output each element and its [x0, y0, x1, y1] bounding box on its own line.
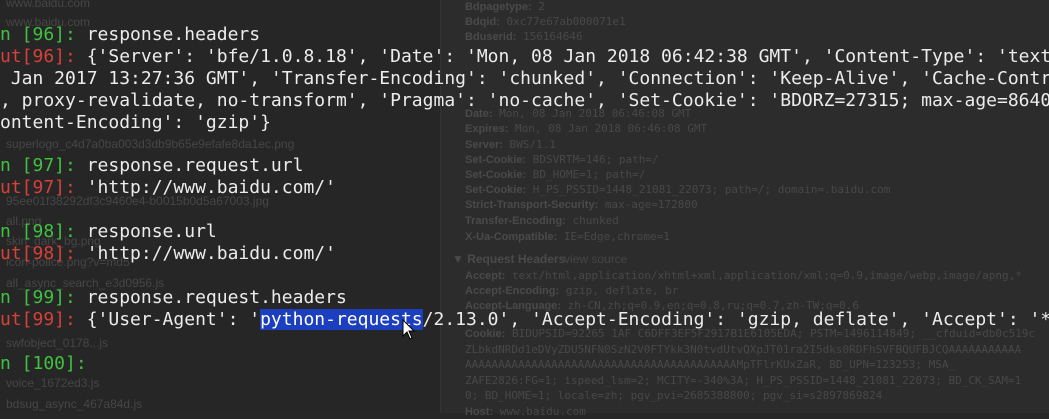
header-value: BWS/1.1	[509, 138, 556, 151]
out-prompt: ut[99]:	[0, 309, 87, 330]
header-key: Bdqid:	[465, 16, 500, 28]
header-row: 0; BD_HOME=1; locale=zh; pgv_pvi=2685388…	[465, 389, 882, 403]
header-key: Set-Cookie:	[465, 154, 527, 166]
code: response.headers	[86, 24, 261, 45]
header-key: Accept:	[465, 270, 506, 282]
input-line-97: n [97]: response.request.url	[0, 155, 303, 177]
header-row: Bduserid: 156164646	[465, 30, 583, 44]
output-line-96: ut[96]: {'Server': 'bfe/1.0.8.18', 'Date…	[0, 46, 1049, 68]
header-key: Transfer-Encoding:	[465, 215, 566, 227]
input-line-99: n [99]: response.request.headers	[0, 287, 347, 309]
header-row: Bdpagetype: 2	[465, 0, 545, 14]
header-row: ZLbkdNRDd1eDVyZDU5NFN0SzN2V0FTYkk3N0tvdU…	[465, 343, 1021, 357]
header-row: Host: www.baidu.com	[465, 405, 586, 419]
header-row: Bdqid: 0xc77e67ab000071e1	[465, 15, 626, 29]
header-key: Set-Cookie:	[465, 169, 527, 181]
header-key: Strict-Transport-Security:	[465, 199, 599, 211]
header-value: max-age=172800	[604, 198, 698, 211]
header-row: Set-Cookie: BD_HOME=1; path=/	[465, 168, 645, 182]
header-value: text/html,application/xhtml+xml,applicat…	[511, 269, 1022, 282]
request-headers-toggle[interactable]: ▼ Request Headers	[452, 252, 565, 266]
header-value: chunked	[572, 214, 619, 227]
file-item[interactable]: swfobject_0178...js	[6, 336, 108, 350]
output-line-99: ut[99]: {'User-Agent': 'python-requests/…	[0, 309, 1049, 331]
view-source-link[interactable]: view source	[564, 252, 627, 266]
mouse-pointer-icon	[402, 318, 416, 340]
output-text: {'Server': 'bfe/1.0.8.18', 'Date': 'Mon,…	[86, 46, 1049, 67]
header-row: Accept: text/html,application/xhtml+xml,…	[465, 269, 1022, 283]
input-line-100[interactable]: n [100]:	[0, 353, 98, 375]
output-line-97: ut[97]: 'http://www.baidu.com/'	[0, 177, 336, 199]
header-row: Strict-Transport-Security: max-age=17280…	[465, 198, 698, 212]
output-text: /2.13.0', 'Accept-Encoding': 'gzip, defl…	[422, 309, 1049, 330]
header-key: Accept-Encoding:	[465, 285, 560, 297]
output-text: {'User-Agent': '	[86, 309, 261, 330]
header-value: 0xc77e67ab000071e1	[506, 15, 626, 28]
header-value: ZAFE2826:FG=1; ispeed_lsm=2; MCITY=-340%…	[465, 373, 1022, 387]
header-row: Transfer-Encoding: chunked	[465, 214, 619, 228]
in-prompt: n [99]:	[0, 287, 87, 308]
output-continuation: ontent-Encoding': 'gzip'}	[0, 112, 271, 133]
out-prompt: ut[98]:	[0, 243, 87, 264]
header-value: BD_HOME=1; path=/	[532, 168, 646, 181]
file-item[interactable]: www.baidu.com	[6, 0, 90, 10]
header-value: 2	[538, 0, 545, 13]
output-continuation: Jan 2017 13:27:36 GMT', 'Transfer-Encodi…	[0, 68, 1049, 89]
code: response.request.headers	[86, 287, 347, 308]
code: response.url	[86, 221, 217, 242]
header-value: BDSVRTM=146; path=/	[532, 153, 659, 166]
file-item[interactable]: bdsug_async_467a84d.js	[6, 397, 142, 411]
header-value: gzip, deflate, br	[565, 284, 679, 297]
header-row: AAAAAAAAAAAAAAAAAAAAAAAAAAAAAAAAAAAAAAAA…	[465, 358, 955, 372]
in-prompt: n [97]:	[0, 155, 87, 176]
header-value: ZLbkdNRDd1eDVyZDU5NFN0SzN2V0FTYkk3N0tvdU…	[465, 342, 1022, 356]
out-prompt: ut[97]:	[0, 177, 87, 198]
in-prompt: n [96]:	[0, 24, 87, 45]
header-row: Set-Cookie: BDSVRTM=146; path=/	[465, 153, 659, 167]
out-prompt: ut[96]:	[0, 46, 87, 67]
header-value: AAAAAAAAAAAAAAAAAAAAAAAAAAAAAAAAAAAAAAAA…	[465, 358, 956, 371]
header-value: 156164646	[522, 30, 583, 43]
in-prompt: n [100]:	[0, 353, 98, 374]
header-key: Server:	[465, 139, 503, 151]
output-text: 'http://www.baidu.com/'	[86, 243, 336, 264]
header-row: ZAFE2826:FG=1; ispeed_lsm=2; MCITY=-340%…	[465, 374, 1021, 388]
header-value: 0; BD_HOME=1; locale=zh; pgv_pvi=2685388…	[465, 389, 883, 402]
file-item[interactable]: superlogo_c4d7a0ba003d3db9b65e9efafe8da1…	[6, 137, 294, 151]
file-item[interactable]: voice_1672ed3.js	[6, 376, 99, 390]
header-row: Expires: Mon, 08 Jan 2018 06:46:08 GMT	[465, 122, 707, 136]
header-key: Host:	[465, 405, 494, 418]
input-line-98: n [98]: response.url	[0, 221, 217, 243]
output-text: 'http://www.baidu.com/'	[86, 177, 336, 198]
header-key: Set-Cookie:	[465, 184, 527, 196]
input-line-96: n [96]: response.headers	[0, 24, 260, 46]
header-value: Mon, 08 Jan 2018 06:46:08 GMT	[515, 122, 708, 135]
header-row: X-Ua-Compatible: IE=Edge,chrome=1	[465, 230, 670, 244]
header-key: Expires:	[465, 123, 509, 135]
header-key: Bduserid:	[465, 31, 517, 43]
header-value: www.baidu.com	[499, 404, 586, 418]
header-row: Accept-Encoding: gzip, deflate, br	[465, 284, 678, 298]
header-value: IE=Edge,chrome=1	[563, 230, 670, 243]
header-row: Set-Cookie: H_PS_PSSID=1448_21081_22073;…	[465, 183, 890, 197]
selected-text[interactable]: python-requests	[260, 309, 423, 330]
header-key: Bdpagetype:	[465, 1, 532, 13]
header-row: Server: BWS/1.1	[465, 138, 556, 152]
in-prompt: n [98]:	[0, 221, 87, 242]
output-continuation: , proxy-revalidate, no-transform', 'Prag…	[0, 90, 1049, 111]
output-line-98: ut[98]: 'http://www.baidu.com/'	[0, 243, 336, 265]
header-value: H_PS_PSSID=1448_21081_22073; path=/; dom…	[532, 183, 891, 196]
code: response.request.url	[86, 155, 304, 176]
header-key: X-Ua-Compatible:	[465, 231, 558, 243]
